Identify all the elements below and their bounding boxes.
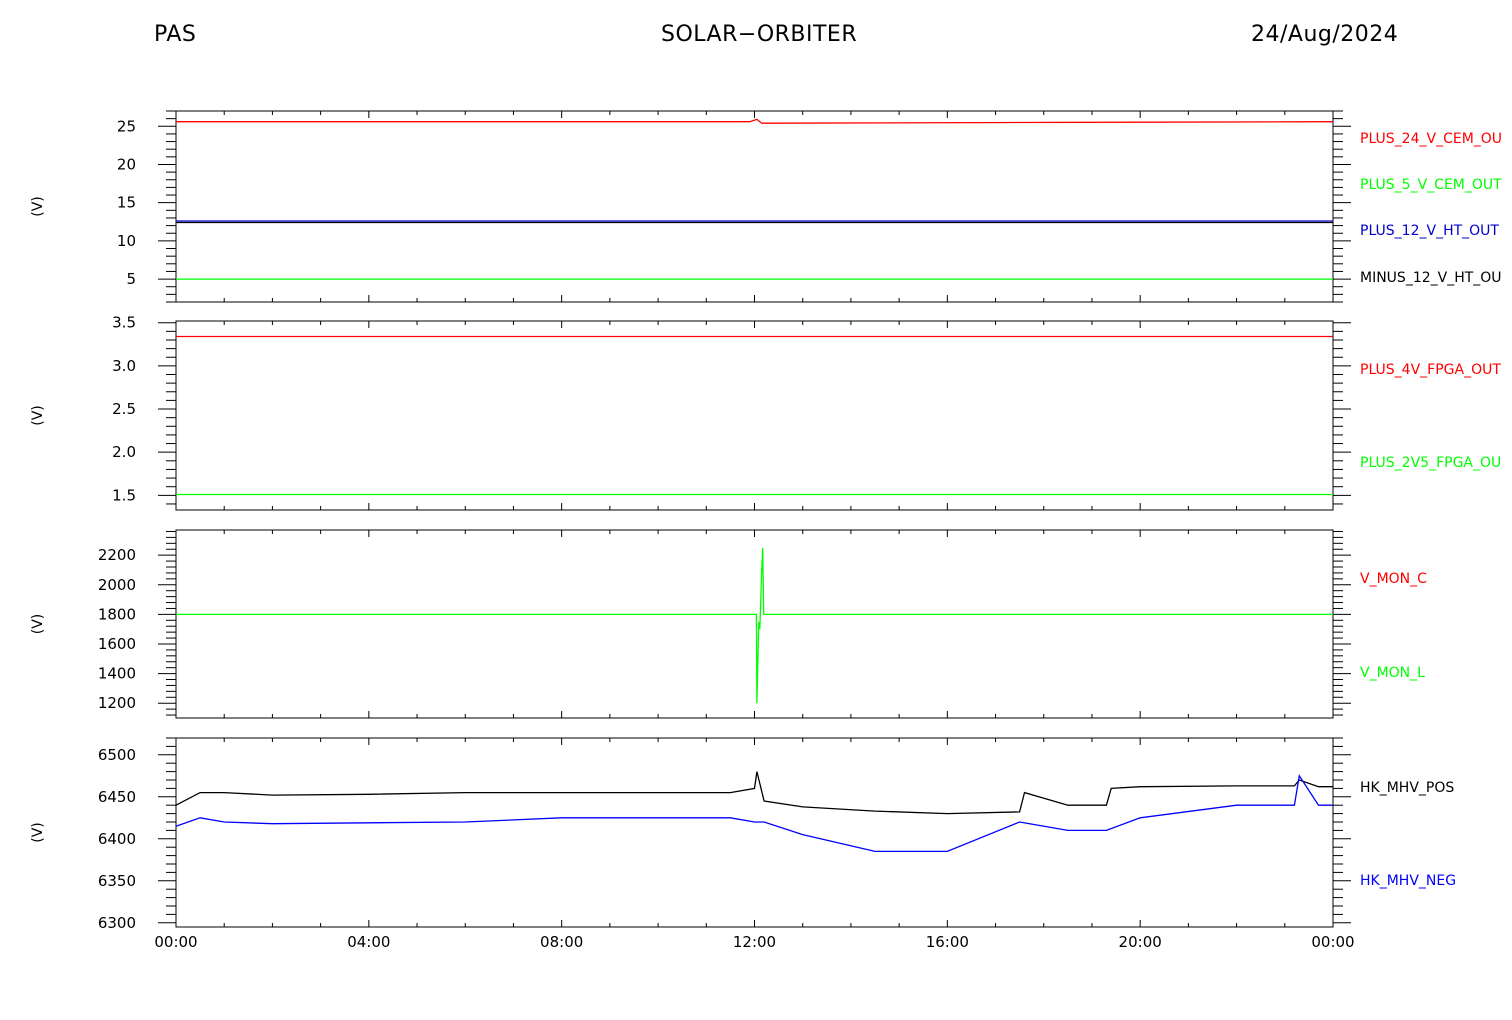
y-tick-label: 3.5 — [112, 314, 136, 332]
panel-frame — [175, 529, 1334, 719]
y-tick-label: 1800 — [98, 605, 136, 623]
y-tick-label: 6400 — [98, 830, 136, 848]
y-tick-label: 10 — [117, 232, 136, 250]
y-tick-label: 1600 — [98, 635, 136, 653]
series-line-v-mon-l — [176, 547, 1333, 704]
legend-label: V_MON_C — [1360, 571, 1427, 587]
legend-label: PLUS_24_V_CEM_OU — [1360, 131, 1502, 147]
y-tick-label: 5 — [126, 270, 136, 288]
y-tick-label: 1200 — [98, 694, 136, 712]
x-tick-label: 20:00 — [1119, 933, 1162, 951]
y-tick-label: 15 — [117, 194, 136, 212]
y-tick-label: 2200 — [98, 546, 136, 564]
panel-3: 1200 1400 1600 1800 2000 2200 (V) V_MON_C V_MON_… — [30, 529, 1427, 719]
x-tick-label: 08:00 — [540, 933, 583, 951]
y-tick-label: 6300 — [98, 914, 136, 932]
panel-frame — [175, 737, 1334, 928]
y-tick-label: 2000 — [98, 576, 136, 594]
y-axis-label: (V) — [30, 822, 46, 843]
x-tick-label: 00:00 — [154, 933, 197, 951]
legend-label: PLUS_4V_FPGA_OUT — [1360, 362, 1501, 378]
y-tick-label: 3.0 — [112, 357, 136, 375]
legend-label: MINUS_12_V_HT_OU — [1360, 270, 1502, 286]
y-tick-label: 6450 — [98, 788, 136, 806]
x-tick-label: 04:00 — [347, 933, 390, 951]
y-tick-label: 2.0 — [112, 443, 136, 461]
y-axis-label: (V) — [30, 405, 46, 426]
panel-1: 5 10 15 20 25 (V) PLUS_24_V_CEM_OU PLUS_5_V_CEM… — [30, 110, 1502, 303]
y-tick-label: 20 — [117, 155, 136, 173]
legend-label: PLUS_2V5_FPGA_OU — [1360, 455, 1501, 471]
series-line-plus-24-v-cem-ou — [176, 118, 1334, 124]
panel-2: 1.5 2.0 2.5 3.0 3.5 (V) PLUS_4V_FPGA_OUT PLUS_2… — [30, 314, 1501, 511]
y-axis-label: (V) — [30, 614, 46, 635]
y-axis-label: (V) — [30, 196, 46, 217]
panel-frame — [175, 320, 1334, 511]
y-tick-label: 6350 — [98, 872, 136, 890]
x-tick-label: 16:00 — [926, 933, 969, 951]
housekeeping-chart: 5 10 15 20 25 (V) PLUS_24_V_CEM_OU PLUS_5_V_CEM… — [30, 110, 1502, 951]
legend-label: HK_MHV_POS — [1360, 780, 1454, 796]
legend-label: PLUS_5_V_CEM_OUT — [1360, 177, 1502, 193]
y-tick-label: 1.5 — [112, 486, 136, 504]
y-tick-label: 25 — [117, 117, 136, 135]
x-tick-label: 12:00 — [733, 933, 776, 951]
y-tick-label: 2.5 — [112, 400, 136, 418]
legend-label: PLUS_12_V_HT_OUT — [1360, 223, 1499, 239]
panel-4: 6300 6350 6400 6450 6500 (V) HK_MHV_POS HK_MHV_… — [30, 737, 1456, 951]
y-tick-label: 1400 — [98, 665, 136, 683]
series-line-hk-mhv-pos — [175, 771, 1333, 815]
x-tick-label: 00:00 — [1311, 933, 1354, 951]
legend-label: HK_MHV_NEG — [1360, 873, 1456, 889]
panel-frame — [175, 110, 1334, 303]
legend-label: V_MON_L — [1360, 665, 1425, 681]
y-tick-label: 6500 — [98, 746, 136, 764]
